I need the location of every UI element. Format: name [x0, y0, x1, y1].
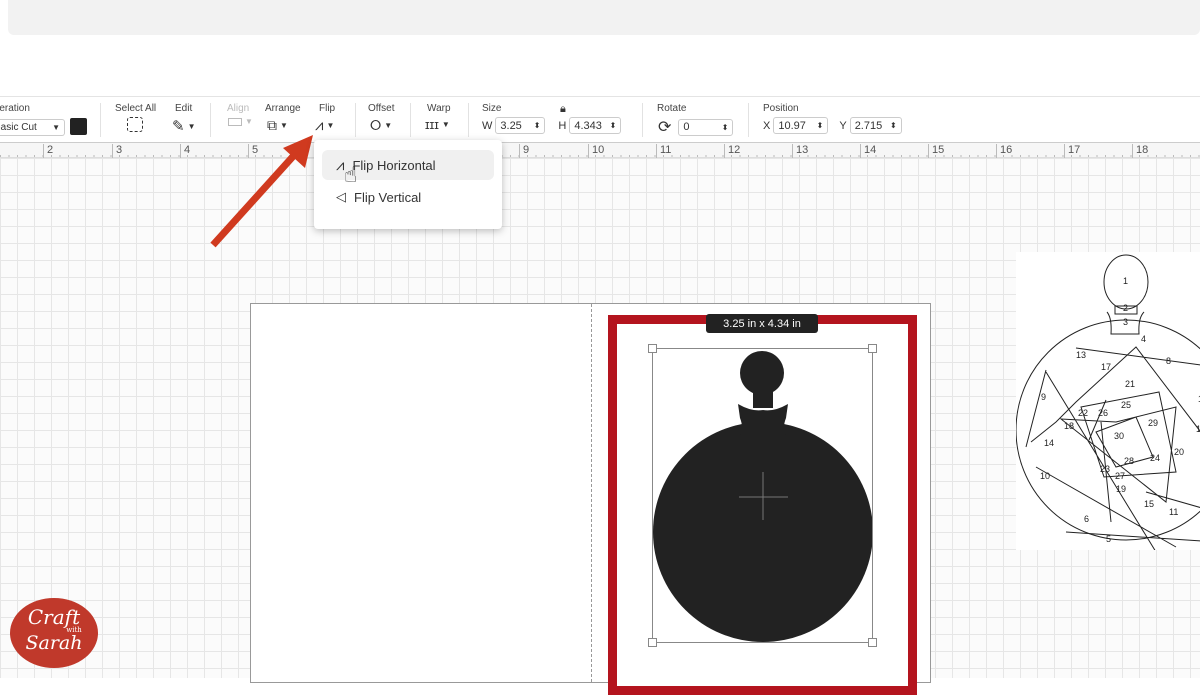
divider: [355, 103, 356, 137]
pattern-number: 23: [1100, 464, 1110, 474]
size-label: Size: [482, 103, 502, 114]
align-button[interactable]: ▼: [228, 117, 253, 126]
width-input[interactable]: 3.25 ⬍: [495, 117, 546, 134]
resize-handle[interactable]: [868, 638, 877, 647]
pattern-number: 29: [1148, 418, 1158, 428]
pattern-number: 5: [1106, 534, 1111, 544]
ruler-number: 2: [43, 144, 53, 159]
ruler-number: 18: [1132, 144, 1148, 159]
offset-button[interactable]: ⭘ ▼: [370, 117, 392, 134]
position-label: Position: [763, 103, 799, 114]
arrange-label: Arrange: [265, 103, 301, 114]
pattern-number: 14: [1044, 438, 1054, 448]
resize-handle[interactable]: [868, 344, 877, 353]
x-label: X: [763, 119, 771, 132]
pattern-number: 20: [1174, 447, 1184, 457]
divider: [410, 103, 411, 137]
ruler-number: 10: [588, 144, 604, 159]
select-all-label: Select All: [115, 103, 157, 114]
height-label: H: [558, 119, 567, 132]
size-tooltip: 3.25 in x 4.34 in: [706, 314, 818, 333]
select-all-button[interactable]: [127, 117, 143, 132]
flip-dropdown-menu: ⩘ Flip Horizontal ◁ Flip Vertical ☝︎: [314, 140, 502, 229]
edit-button[interactable]: ✎ ▼: [172, 117, 196, 135]
x-input[interactable]: 10.97 ⬍: [773, 117, 829, 134]
ruler-number: 16: [996, 144, 1012, 159]
rotate-label: Rotate: [657, 103, 687, 114]
align-icon: [228, 117, 242, 126]
red-arrow-annotation: [210, 135, 313, 248]
pattern-number: 15: [1144, 499, 1154, 509]
pattern-number: 19: [1116, 484, 1126, 494]
select-all-icon: [127, 117, 143, 132]
pattern-number: 6: [1084, 514, 1089, 524]
ruler-number: 11: [656, 144, 671, 159]
rotate-input[interactable]: 0 ⬍: [678, 118, 734, 136]
pencil-icon: ✎: [172, 118, 185, 135]
warp-button[interactable]: ɪɪɪ ▼: [425, 117, 450, 132]
operation-select[interactable]: Basic Cut▼: [0, 119, 65, 136]
flip-vertical-icon: ◁: [336, 189, 346, 204]
pattern-number: 2: [1123, 303, 1128, 313]
edit-label: Edit: [175, 103, 193, 114]
pattern-number: 17: [1101, 362, 1111, 372]
resize-handle[interactable]: [648, 638, 657, 647]
craft-with-sarah-logo: Craft with Sarah: [10, 598, 98, 668]
resize-handle[interactable]: [648, 344, 657, 353]
pattern-number: 1: [1196, 424, 1200, 434]
ruler-number: 4: [180, 144, 190, 159]
rotate-icon: ⟳: [658, 119, 672, 136]
horizontal-ruler: 2 3 4 5 9 10 11 12 13 14 15 16 17 18: [0, 142, 1200, 159]
pattern-number: 22: [1078, 408, 1088, 418]
pattern-number: 25: [1121, 400, 1131, 410]
top-bar: [8, 0, 1200, 35]
pattern-number: 21: [1125, 379, 1135, 389]
pattern-number: 28: [1124, 456, 1134, 466]
warp-label: Warp: [427, 103, 451, 114]
fold-line: [591, 304, 592, 682]
chevron-down-icon: ▼: [52, 123, 60, 132]
pattern-number: 10: [1040, 471, 1050, 481]
pattern-number: 27: [1115, 471, 1125, 481]
pattern-number: 4: [1141, 334, 1146, 344]
ruler-number: 17: [1064, 144, 1080, 159]
y-input[interactable]: 2.715 ⬍: [849, 117, 902, 134]
ruler-number: 3: [112, 144, 122, 159]
pattern-number: 3: [1123, 317, 1128, 327]
chevron-down-icon: ▼: [187, 121, 196, 131]
align-label: Align: [227, 103, 250, 114]
selection-box[interactable]: [648, 344, 877, 647]
warp-icon: ɪɪɪ: [425, 117, 439, 132]
ruler-number: 13: [792, 144, 808, 159]
flip-label: Flip: [319, 103, 336, 114]
pattern-number: 13: [1076, 350, 1086, 360]
divider: [748, 103, 749, 137]
offset-icon: ⭘: [370, 117, 382, 133]
ruler-number: 14: [860, 144, 876, 159]
ruler-number: 12: [724, 144, 740, 159]
divider: [642, 103, 643, 137]
offset-label: Offset: [368, 103, 395, 114]
hand-cursor-icon: ☝︎: [344, 162, 358, 187]
pattern-number: 24: [1150, 453, 1160, 463]
pattern-template-image: 1 2 3 4 5 6 8 9 10 11 13 14 15 17 18 19 20 21 22 23 24 25 26 27…: [1015, 252, 1200, 553]
pattern-number: 11: [1169, 507, 1178, 517]
y-label: Y: [839, 119, 847, 132]
lock-icon[interactable]: 🔒︎: [560, 103, 566, 116]
ruler-number: 9: [519, 144, 529, 159]
divider: [100, 103, 101, 137]
pattern-number: 30: [1114, 431, 1124, 441]
edit-toolbar: Operation Basic Cut▼ Select All Edit ✎▼ …: [0, 96, 1200, 142]
pattern-number: 26: [1098, 408, 1108, 418]
pattern-number: 8: [1166, 356, 1171, 366]
width-label: W: [482, 119, 493, 132]
pattern-number: 9: [1041, 392, 1046, 402]
color-swatch[interactable]: [70, 118, 87, 135]
pattern-number: 18: [1064, 421, 1074, 431]
divider: [468, 103, 469, 137]
height-input[interactable]: 4.343 ⬍: [569, 117, 622, 134]
ruler-number: 15: [928, 144, 944, 159]
pattern-number: 1: [1123, 276, 1128, 286]
